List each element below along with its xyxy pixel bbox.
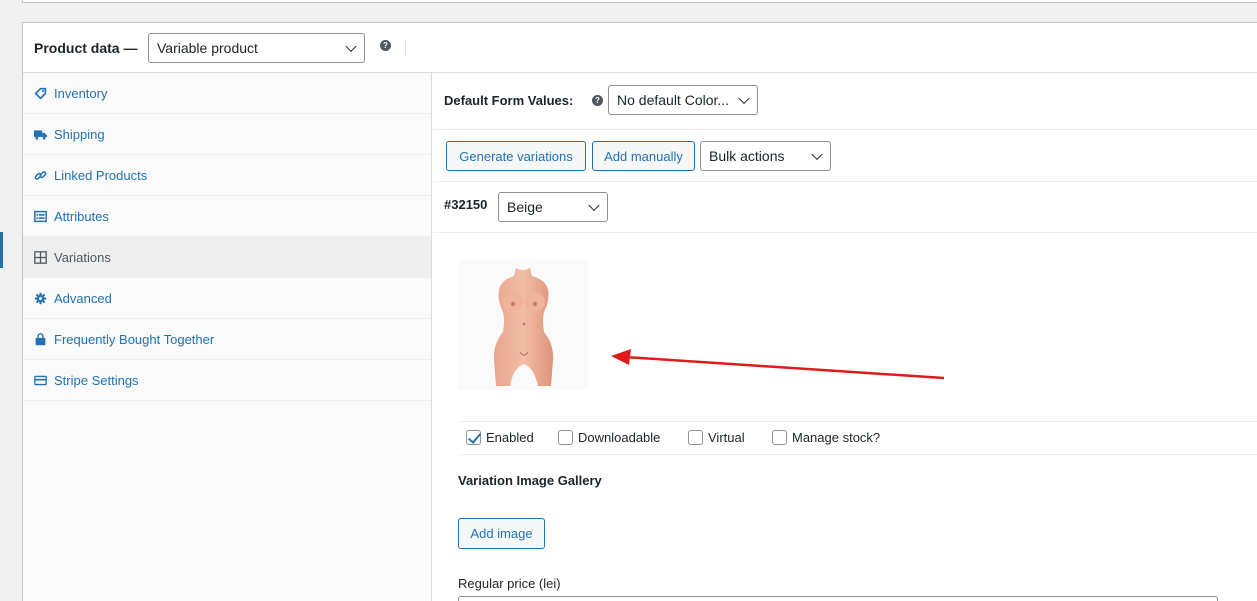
default-color-value: No default Color... [617, 92, 730, 108]
card-icon [34, 374, 47, 387]
virtual-checkbox[interactable]: Virtual [688, 430, 745, 445]
help-icon[interactable]: ? [380, 40, 391, 51]
torso-image [493, 268, 554, 386]
tab-label: Variations [54, 249, 111, 265]
truck-icon [34, 128, 47, 141]
variation-options-row: Enabled Downloadable Virtual Manage stoc… [458, 421, 1257, 455]
default-color-select[interactable]: No default Color... [608, 85, 758, 115]
top-box-edge [22, 0, 1257, 3]
add-manually-button[interactable]: Add manually [592, 141, 695, 171]
gear-icon [34, 292, 47, 305]
tab-attributes[interactable]: Attributes [23, 196, 431, 237]
variation-id: #32150 [444, 197, 488, 212]
tab-linked-products[interactable]: Linked Products [23, 155, 431, 196]
product-type-select[interactable]: Variable product [148, 33, 365, 63]
link-icon [34, 169, 47, 182]
checkbox-label: Downloadable [578, 430, 661, 445]
enabled-checkbox[interactable]: Enabled [466, 430, 534, 445]
tab-variations[interactable]: Variations [23, 237, 431, 278]
header-separator [405, 40, 406, 56]
tab-shipping[interactable]: Shipping [23, 114, 431, 155]
top-strip [0, 0, 1257, 22]
product-data-panel: Product data — Variable product ? Invent… [22, 22, 1257, 601]
default-form-values-label: Default Form Values: [444, 93, 574, 108]
variation-image-gallery-label: Variation Image Gallery [458, 473, 602, 488]
add-image-button[interactable]: Add image [458, 518, 545, 549]
checkbox-label: Manage stock? [792, 430, 881, 445]
checkbox-box[interactable] [466, 430, 481, 445]
chevron-down-icon [738, 92, 750, 105]
tab-label: Advanced [54, 290, 112, 306]
product-data-tabs: Inventory Shipping Linked Products Attri… [23, 73, 432, 601]
tab-label: Inventory [54, 85, 108, 101]
checkbox-label: Virtual [708, 430, 745, 445]
product-data-title: Product data — [34, 40, 138, 56]
bag-icon [34, 332, 47, 346]
checkbox-box[interactable] [558, 430, 573, 445]
regular-price-label: Regular price (lei) [458, 576, 561, 591]
checkbox-label: Enabled [486, 430, 534, 445]
tab-frequently-bought-together[interactable]: Frequently Bought Together [23, 319, 431, 360]
downloadable-checkbox[interactable]: Downloadable [558, 430, 660, 445]
left-edge-mark [0, 232, 3, 268]
generate-variations-button[interactable]: Generate variations [446, 141, 586, 171]
variations-panel: Default Form Values: ? No default Color.… [433, 73, 1257, 601]
chevron-down-icon [588, 199, 600, 212]
tab-label: Shipping [54, 126, 105, 142]
divider [433, 232, 1257, 233]
tab-advanced[interactable]: Advanced [23, 278, 431, 319]
variation-image-thumbnail[interactable] [458, 260, 588, 390]
regular-price-input[interactable] [458, 596, 1218, 601]
tab-label: Stripe Settings [54, 372, 139, 388]
chevron-down-icon [811, 148, 823, 161]
tab-label: Linked Products [54, 167, 148, 183]
list-icon [34, 210, 47, 223]
grid-icon [34, 250, 47, 264]
bulk-actions-select[interactable]: Bulk actions [700, 141, 831, 171]
checkbox-box[interactable] [688, 430, 703, 445]
tab-label: Attributes [54, 208, 109, 224]
tab-stripe-settings[interactable]: Stripe Settings [23, 360, 431, 401]
divider [433, 129, 1257, 130]
help-icon[interactable]: ? [592, 95, 603, 106]
tab-inventory[interactable]: Inventory [23, 73, 431, 114]
product-type-value: Variable product [157, 40, 258, 56]
divider [433, 181, 1257, 182]
manage-stock-checkbox[interactable]: Manage stock? [772, 430, 880, 445]
tab-label: Frequently Bought Together [54, 331, 215, 347]
tag-icon [34, 87, 47, 100]
panel-header: Product data — Variable product ? [23, 23, 1257, 73]
variation-color-value: Beige [507, 199, 543, 215]
bulk-actions-value: Bulk actions [709, 148, 785, 164]
chevron-down-icon [345, 40, 357, 53]
variation-color-select[interactable]: Beige [498, 192, 608, 222]
red-arrow-annotation [611, 349, 945, 380]
checkbox-box[interactable] [772, 430, 787, 445]
